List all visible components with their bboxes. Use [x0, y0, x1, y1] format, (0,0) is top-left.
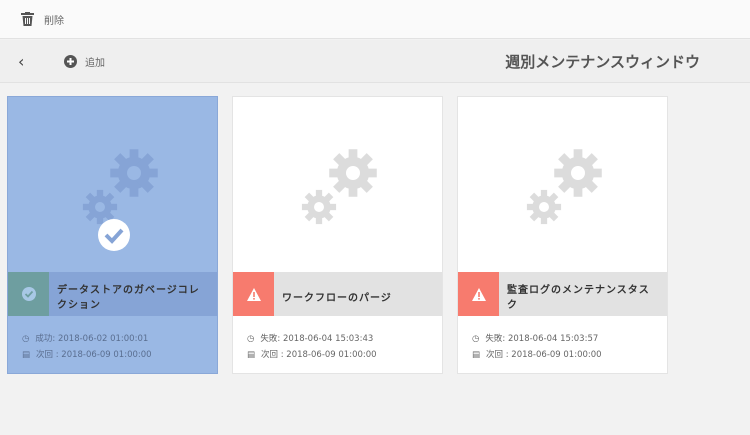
clock-icon: ◷ — [247, 334, 255, 344]
delete-button[interactable]: 削除 — [21, 12, 64, 27]
clock-icon: ◷ — [22, 334, 30, 344]
navigation-bar: ‹ 追加 週別メンテナンスウィンドウ — [0, 40, 750, 83]
add-button[interactable]: 追加 — [64, 54, 105, 69]
delete-label: 削除 — [44, 15, 64, 27]
warning-icon — [246, 287, 261, 301]
last-run: 失敗: 2018-06-04 15:03:57 — [485, 334, 599, 344]
task-card[interactable]: ワークフローのパージ ◷ 失敗: 2018-06-04 15:03:43 ▤ 次回 … — [232, 96, 443, 374]
task-thumbnail — [458, 97, 667, 272]
last-run: 成功: 2018-06-02 01:00:01 — [35, 334, 149, 344]
last-run: 失敗: 2018-06-04 15:03:43 — [260, 334, 374, 344]
gears-icon — [301, 149, 377, 225]
clock-icon: ◷ — [472, 334, 480, 344]
calendar-icon: ▤ — [472, 350, 481, 360]
success-status — [8, 272, 49, 316]
task-name: データストアのガベージコレクション — [57, 285, 200, 311]
next-run: 次回 : 2018-06-09 01:00:00 — [36, 350, 152, 360]
task-title-band: データストアのガベージコレクション — [8, 272, 217, 316]
warning-icon — [471, 287, 486, 301]
task-thumbnail — [233, 97, 442, 272]
gears-icon — [526, 149, 602, 225]
error-status — [458, 272, 499, 316]
back-chevron-icon[interactable]: ‹ — [18, 52, 24, 71]
page-title: 週別メンテナンスウィンドウ — [505, 53, 700, 71]
task-card[interactable]: 監査ログのメンテナンスタスク ◷ 失敗: 2018-06-04 15:03:57 … — [457, 96, 668, 374]
error-status — [233, 272, 274, 316]
next-run: 次回 : 2018-06-09 01:00:00 — [486, 350, 602, 360]
task-title-band: ワークフローのパージ — [233, 272, 442, 316]
calendar-icon: ▤ — [22, 350, 31, 360]
check-circle-icon — [21, 287, 36, 301]
add-label: 追加 — [85, 58, 105, 69]
task-title-band: 監査ログのメンテナンスタスク — [458, 272, 667, 316]
task-name: 監査ログのメンテナンスタスク — [507, 285, 650, 311]
task-card[interactable]: データストアのガベージコレクション ◷ 成功: 2018-06-02 01:00:… — [7, 96, 218, 374]
calendar-icon: ▤ — [247, 350, 256, 360]
trash-icon — [21, 12, 34, 26]
action-toolbar: 削除 — [0, 0, 750, 39]
selected-check-icon — [98, 219, 130, 251]
task-thumbnail — [8, 97, 217, 272]
next-run: 次回 : 2018-06-09 01:00:00 — [261, 350, 377, 360]
task-name: ワークフローのパージ — [282, 292, 392, 304]
plus-circle-icon — [64, 55, 77, 68]
